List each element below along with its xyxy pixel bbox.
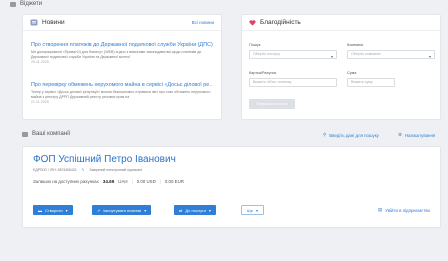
search-icon: ⚲	[323, 132, 327, 137]
card-label: Картка/Рахунок	[249, 71, 277, 75]
exchange-icon: ⇄	[179, 207, 183, 213]
chevron-down-icon: ▾	[65, 207, 68, 213]
news-item-title[interactable]: Про перевірку обмежень нерухомого майна …	[31, 82, 213, 88]
transfer-button[interactable]: Переказати кошти	[249, 99, 295, 109]
company-label: Компанія	[347, 43, 364, 47]
balance-eur: 0.00 EUR	[164, 179, 184, 184]
news-item-text: Ми доопрацювали «Приват24 для бізнесу» (…	[31, 50, 202, 59]
company-ids: ЄДРПОУ / ІПН: 5874365424	[33, 168, 77, 172]
heart-icon	[249, 19, 256, 26]
news-icon	[30, 19, 38, 26]
news-widget: Новини Всі новини Про створення платежів…	[22, 14, 222, 120]
import-label: Імпортувати платежі	[103, 207, 142, 213]
create-button[interactable]: ▬ Створити ▾	[33, 205, 73, 215]
services-label: До послуги	[185, 207, 206, 213]
sum-input-placeholder: Вкажіть суму	[351, 80, 373, 84]
company-select[interactable]: Оберіть компанію ▾	[347, 50, 435, 59]
charity-title: Благодійність	[260, 19, 301, 26]
chevron-down-icon: ▾	[330, 54, 333, 59]
balance-uah: 34.69	[102, 179, 115, 184]
widgets-section-header: Віджети	[10, 1, 42, 7]
signature-icon: ✎	[81, 168, 85, 172]
companies-title: Ваші компанії	[32, 131, 71, 137]
create-label: Створити	[45, 207, 63, 213]
company-card: ФОП Успішний Петро Іванович ЄДРПОУ / ІПН…	[22, 146, 441, 228]
service-select-placeholder: Оберіть послугу	[253, 52, 280, 56]
services-button[interactable]: ⇄ До послуги ▾	[174, 205, 216, 215]
charity-header: Благодійність	[242, 15, 440, 31]
news-item-text: Тепер у сервісі «Досьє ділової репутації…	[31, 90, 211, 99]
widgets-icon	[10, 1, 16, 7]
gear-icon: ⚙	[398, 132, 402, 137]
chevron-down-icon: ▾	[428, 54, 431, 59]
card-input[interactable]: Вкажіть об'єкт платежу	[249, 78, 337, 87]
company-name[interactable]: ФОП Успішний Петро Іванович	[33, 154, 176, 165]
news-item[interactable]: Про створення платежів до Державної пода…	[31, 42, 213, 64]
balance-usd: 0.00 USD	[136, 179, 156, 184]
news-item-title[interactable]: Про створення платежів до Державної пода…	[31, 42, 213, 48]
balance-label: Залишок на доступних рахунках	[33, 179, 99, 184]
companies-section-header: Ваші компанії	[22, 131, 70, 137]
enter-company-label: Увійти в підприємство	[385, 207, 431, 213]
currency-uah: UAH	[118, 179, 128, 184]
news-title: Новини	[42, 19, 65, 26]
chevron-down-icon: ▾	[208, 207, 211, 213]
balance-row: Залишок на доступних рахунках 34.69 UAH …	[33, 179, 184, 184]
settings-link[interactable]: ⚙ Налаштування	[398, 132, 435, 138]
company-meta: ЄДРПОУ / ІПН: 5874365424 ✎ Завірений еле…	[33, 168, 143, 172]
news-item[interactable]: Про перевірку обмежень нерухомого майна …	[31, 82, 213, 104]
all-news-link[interactable]: Всі новини	[192, 20, 214, 25]
company-search-label: Введіть дані для пошуку	[329, 132, 379, 138]
folder-icon: ▬	[38, 207, 42, 213]
more-label: Ще	[247, 207, 253, 213]
news-item-date: 21.11.2025	[31, 100, 49, 105]
document-icon: ▤	[378, 207, 383, 212]
divider: |	[131, 179, 133, 184]
sum-input[interactable]: Вкажіть суму	[347, 78, 395, 87]
settings-label: Налаштування	[404, 132, 436, 138]
service-select[interactable]: Оберіть послугу ▾	[249, 50, 337, 59]
widgets-title: Віджети	[20, 1, 43, 7]
company-search-link[interactable]: ⚲ Введіть дані для пошуку	[323, 132, 379, 138]
card-input-placeholder: Вкажіть об'єкт платежу	[253, 80, 292, 84]
import-payments-button[interactable]: ➚ Імпортувати платежі ▾	[92, 205, 152, 215]
more-button[interactable]: Ще ▾	[241, 205, 264, 215]
enter-company-link[interactable]: ▤ Увійти в підприємство	[378, 207, 430, 213]
charity-widget: Благодійність Пошук Оберіть послугу ▾ Ко…	[241, 14, 441, 120]
arrow-icon: ➚	[97, 207, 101, 213]
briefcase-icon	[22, 131, 28, 137]
sum-label: Сума	[347, 71, 357, 75]
divider: |	[159, 179, 161, 184]
company-select-placeholder: Оберіть компанію	[351, 52, 381, 56]
company-signer: Завірений електронний підписант	[89, 168, 143, 172]
news-header: Новини Всі новини	[23, 15, 221, 31]
chevron-down-icon: ▾	[144, 207, 147, 213]
news-item-date: 25.11.2025	[31, 60, 49, 65]
chevron-down-icon: ▾	[255, 207, 258, 213]
search-label: Пошук	[249, 43, 261, 47]
